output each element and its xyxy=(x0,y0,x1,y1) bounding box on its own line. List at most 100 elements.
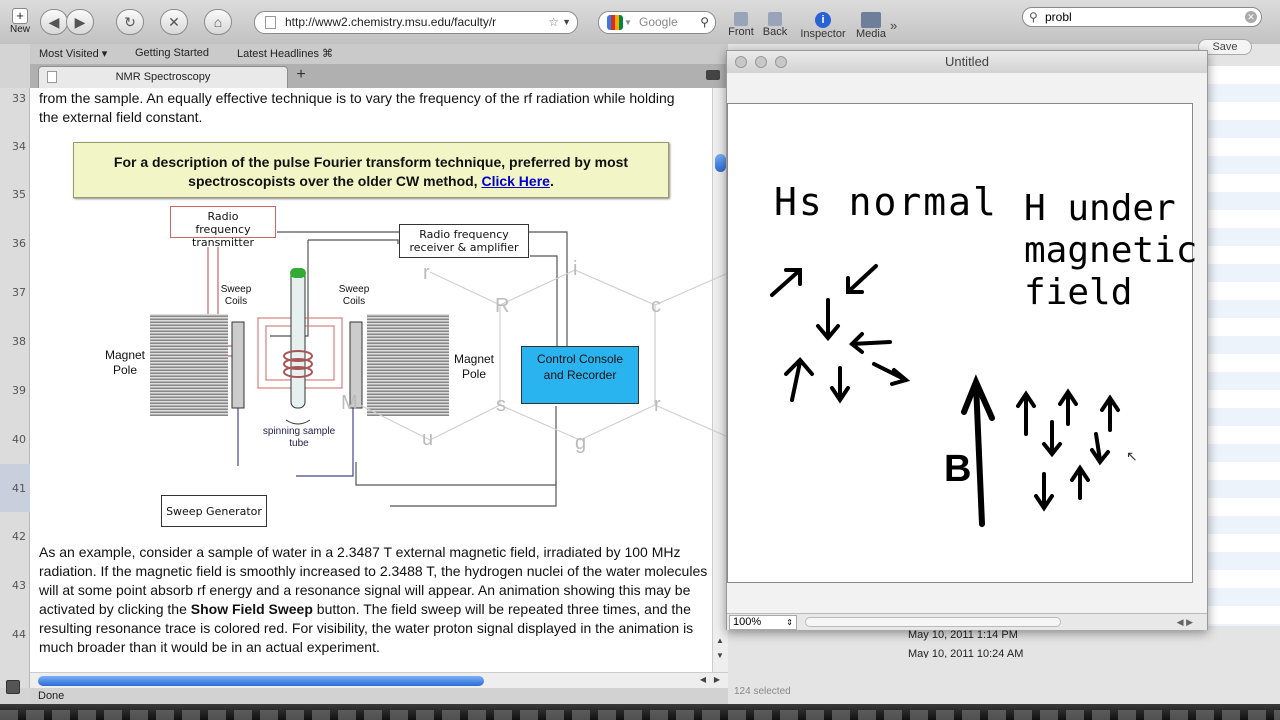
browser-toolbar: + New ◀ ▶ ↻ ✕ ⌂ http://www2.chemistry.ms… xyxy=(0,0,728,44)
google-icon xyxy=(607,15,623,30)
bookmark-star-icon[interactable]: ☆ xyxy=(548,12,559,33)
page-content: from the sample. An equally effective te… xyxy=(30,88,712,672)
line-number: 40 xyxy=(12,433,26,446)
inspector-button[interactable]: i Inspector xyxy=(798,12,848,40)
sweep-coils-left-label: Sweep Coils xyxy=(220,284,252,307)
mouse-cursor-icon: ↖ xyxy=(1126,448,1138,464)
reload-icon: ↻ xyxy=(124,14,136,30)
line-number: 34 xyxy=(12,140,26,153)
tab-list-icon[interactable] xyxy=(706,70,720,80)
home-button[interactable]: ⌂ xyxy=(204,9,232,35)
clear-search-icon[interactable]: ✕ xyxy=(1245,11,1257,23)
magnet-pole-right-label: Magnet Pole xyxy=(453,352,495,381)
close-button[interactable] xyxy=(735,56,747,68)
back-button[interactable]: Back xyxy=(762,12,788,38)
show-field-sweep-text: Show Field Sweep xyxy=(190,601,313,617)
horizontal-scrollbar[interactable] xyxy=(805,617,1061,627)
line-number: 43 xyxy=(12,579,26,592)
handwritten-arrows xyxy=(770,264,1120,527)
line-number-gutter: 33 34 35 36 37 38 39 40 41 42 43 44 xyxy=(0,88,30,688)
back-button[interactable]: ◀ xyxy=(40,9,68,35)
click-here-link[interactable]: Click Here xyxy=(481,173,549,189)
search-bar[interactable]: ▼ Google ⚲ xyxy=(598,11,716,34)
back-arrow-icon: ◀ xyxy=(48,14,60,30)
magnet-pole-left-shape xyxy=(150,314,228,416)
list-date: May 10, 2011 1:14 PM xyxy=(908,629,1018,641)
line-number: 35 xyxy=(12,188,26,201)
zoom-select[interactable]: 100% ⇕ xyxy=(729,615,797,630)
magnifier-icon[interactable]: ⚲ xyxy=(700,12,709,33)
sweep-coils-right-label: Sweep Coils xyxy=(338,284,370,307)
scroll-thumb[interactable] xyxy=(715,154,726,172)
scroll-up-icon[interactable]: ▲ xyxy=(716,636,724,645)
horizontal-scrollbar[interactable]: ◀ ▶ xyxy=(30,672,728,688)
url-bar[interactable]: http://www2.chemistry.msu.edu/faculty/r … xyxy=(254,11,578,34)
bookmark-getting-started[interactable]: Getting Started xyxy=(135,47,209,59)
tab-bar: NMR Spectroscopy + xyxy=(30,64,728,88)
scroll-arrows-icon[interactable]: ◀ ▶ xyxy=(1177,614,1193,630)
dock-stack-icon[interactable] xyxy=(6,680,20,694)
bookmark-latest-headlines[interactable]: Latest Headlines ⌘ xyxy=(237,47,333,60)
dropdown-icon: ▼ xyxy=(624,18,632,27)
new-tab-plus-button[interactable]: + xyxy=(288,66,314,86)
magnifier-icon: ⚲ xyxy=(1029,10,1038,24)
line-number: 44 xyxy=(12,628,26,641)
list-stripes xyxy=(1208,66,1280,626)
plus-icon: + xyxy=(12,8,28,24)
forward-arrow-icon: ▶ xyxy=(74,14,86,30)
list-date: May 10, 2011 10:24 AM xyxy=(908,648,1024,658)
dropdown-icon[interactable]: ▼ xyxy=(562,12,571,33)
magnet-pole-left-label: Magnet Pole xyxy=(104,348,146,377)
selection-count: 124 selected xyxy=(734,686,791,697)
handwriting-b: B xyxy=(944,448,972,490)
stop-icon: ✕ xyxy=(168,14,180,30)
forward-button[interactable]: ▶ xyxy=(66,9,94,35)
line-number: 38 xyxy=(12,335,26,348)
toolbar-overflow-icon[interactable]: » xyxy=(890,18,897,33)
scroll-thumb[interactable] xyxy=(38,676,484,686)
dock-icons xyxy=(0,710,1280,720)
bookmarks-bar: Most Visited ▾ Getting Started Latest He… xyxy=(30,44,728,64)
line-number: 42 xyxy=(12,530,26,543)
bookmark-most-visited[interactable]: Most Visited ▾ xyxy=(39,47,107,60)
body-paragraph: As an example, consider a sample of wate… xyxy=(39,544,708,655)
new-tab-button[interactable]: + New xyxy=(6,8,34,35)
home-icon: ⌂ xyxy=(213,14,223,30)
drawing-window: Untitled Hs normal H under magnetic fiel… xyxy=(726,50,1208,630)
back-icon xyxy=(768,12,782,26)
line-number: 37 xyxy=(12,286,26,299)
tab-nmr-spectroscopy[interactable]: NMR Spectroscopy xyxy=(38,66,288,88)
stop-button[interactable]: ✕ xyxy=(160,9,188,35)
line-number: 36 xyxy=(12,237,26,250)
front-button[interactable]: Front xyxy=(728,12,754,38)
line-number: 33 xyxy=(12,92,26,105)
scroll-left-icon[interactable]: ◀ xyxy=(700,675,706,684)
zoom-button[interactable] xyxy=(775,56,787,68)
dock xyxy=(0,704,1280,720)
spinning-tube-label: spinning sample tube xyxy=(262,426,336,449)
page-icon xyxy=(47,71,57,83)
media-icon xyxy=(861,12,881,28)
page-icon xyxy=(265,16,276,29)
info-icon: i xyxy=(815,12,831,28)
search-field[interactable]: ⚲ probl ✕ xyxy=(1022,7,1262,27)
rf-transmitter-box: Radio frequency transmitter xyxy=(170,206,276,249)
rf-receiver-box: Radio frequency receiver & amplifier xyxy=(399,224,529,258)
drawing-canvas[interactable]: Hs normal H under magnetic field B ↖ xyxy=(727,103,1197,583)
nmr-diagram: Radio frequency transmitter Radio freque… xyxy=(90,206,650,527)
reload-button[interactable]: ↻ xyxy=(116,9,144,35)
minimize-button[interactable] xyxy=(755,56,767,68)
media-button[interactable]: Media xyxy=(854,12,888,40)
intro-paragraph: from the sample. An equally effective te… xyxy=(39,90,675,125)
scroll-down-icon[interactable]: ▼ xyxy=(716,651,724,660)
line-number: 39 xyxy=(12,384,26,397)
pulse-ft-callout: For a description of the pulse Fourier t… xyxy=(73,142,669,198)
control-console-box: Control Console and Recorder xyxy=(521,346,639,404)
line-number-selected: 41 xyxy=(0,464,30,512)
stepper-icon: ⇕ xyxy=(786,618,793,627)
front-icon xyxy=(734,12,748,26)
status-bar: Done xyxy=(30,688,728,704)
right-app-toolbar: Front Back i Inspector Media » ⚲ probl ✕ … xyxy=(728,0,1280,55)
scroll-right-icon[interactable]: ▶ xyxy=(714,675,720,684)
window-titlebar: Untitled xyxy=(727,51,1207,73)
